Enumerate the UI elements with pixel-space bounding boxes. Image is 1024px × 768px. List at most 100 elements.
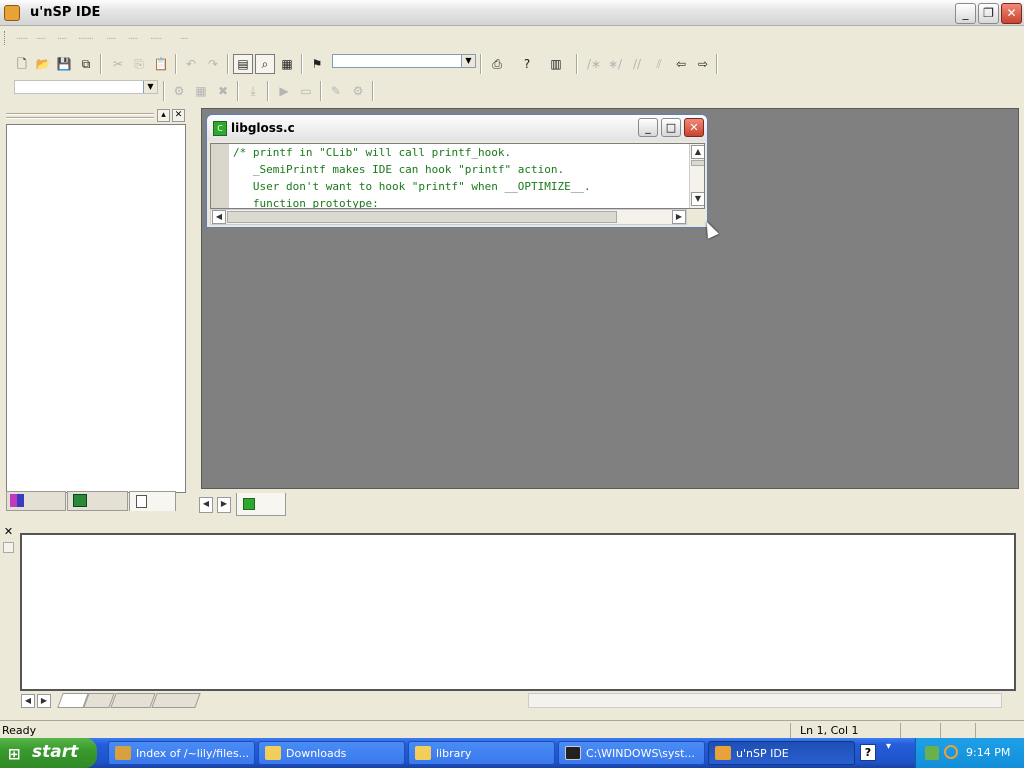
console-icon (565, 746, 581, 760)
undo-icon[interactable]: ↶ (181, 54, 201, 74)
hscroll-thumb[interactable] (227, 211, 617, 223)
task-cmd[interactable]: C:\WINDOWS\syst... (558, 741, 705, 765)
close-button[interactable]: ✕ (1001, 3, 1022, 24)
cut-icon[interactable]: ✂ (108, 54, 128, 74)
standard-toolbar: 🗋 📂 💾 ⧉ ✂ ⎘ 📋 ↶ ↷ ▤ ⌕ ▦ ⚑ ▼ ⎙ ? ▥ /∗ ∗/ … (0, 52, 1024, 78)
run-icon[interactable]: ▶ (274, 81, 294, 101)
redo-icon[interactable]: ↷ (203, 54, 223, 74)
indent-icon[interactable]: // (627, 54, 647, 74)
help-icon[interactable]: ? (860, 744, 876, 761)
taskbar: ⊞ start Index of /~lily/files... Downloa… (0, 738, 1024, 768)
vertical-scrollbar[interactable]: ▲ ▼ (689, 144, 704, 208)
code-line: _SemiPrintf makes IDE can hook "printf" … (233, 163, 565, 176)
output-tabs-left-icon[interactable]: ◀ (21, 694, 35, 708)
tab-find-in-files-2[interactable] (151, 693, 201, 708)
outdent-icon[interactable]: ⫽ (649, 54, 669, 74)
comment-icon[interactable]: /∗ (584, 54, 604, 74)
browser-icon (115, 746, 131, 760)
tab-resource-view[interactable] (129, 491, 176, 511)
scroll-down-icon[interactable]: ▼ (691, 192, 704, 206)
save-icon[interactable]: 💾 (54, 54, 74, 74)
output-tabs-right-icon[interactable]: ▶ (37, 694, 51, 708)
download-icon[interactable]: ⤓ (243, 81, 263, 101)
chart-icon[interactable]: ▥ (546, 54, 566, 74)
help-icon[interactable]: ? (517, 54, 537, 74)
copy-icon[interactable]: ⎘ (129, 54, 149, 74)
task-label: C:\WINDOWS\syst... (586, 747, 695, 760)
pane-close-button[interactable]: ✕ (172, 109, 185, 122)
workspace-tree[interactable] (6, 124, 186, 493)
find-in-files-icon[interactable]: ⌕ (255, 54, 275, 74)
uncomment-icon[interactable]: ∗/ (605, 54, 625, 74)
menu-item-6[interactable]: ..... (128, 32, 138, 44)
config-combo[interactable]: ▼ (14, 80, 158, 94)
task-browser[interactable]: Index of /~lily/files... (108, 741, 255, 765)
tabs-right-icon[interactable]: ▶ (217, 497, 231, 513)
task-unsp-ide[interactable]: u'nSP IDE (708, 741, 855, 765)
menu-item-1[interactable]: ...... (16, 32, 28, 44)
ice-icon[interactable]: ▭ (296, 81, 316, 101)
tab-file-view[interactable] (67, 491, 128, 511)
editor-close-button[interactable]: ✕ (684, 118, 704, 137)
chevron-down-icon[interactable]: ▼ (143, 81, 157, 93)
back-icon[interactable]: ⇦ (671, 54, 691, 74)
output-close-icon[interactable]: ✕ (2, 526, 15, 539)
code-editor[interactable]: /* printf in "CLib" will call printf_hoo… (210, 143, 705, 209)
editor-title-bar[interactable]: C libgloss.c _ □ ✕ (207, 115, 707, 141)
menu-item-3[interactable]: ..... (57, 32, 67, 44)
menu-item-5[interactable]: ..... (106, 32, 116, 44)
window-title: u'nSP IDE (30, 5, 101, 20)
menu-item-7[interactable]: ...... (150, 32, 162, 44)
tab-find-in-files-1[interactable] (110, 693, 156, 708)
app-icon[interactable] (4, 5, 20, 21)
bookmark-icon[interactable]: ⚑ (307, 54, 327, 74)
network-icon[interactable] (925, 746, 939, 760)
build-icon[interactable]: ▦ (191, 81, 211, 101)
output-hscroll[interactable] (528, 693, 1002, 708)
scroll-thumb[interactable] (691, 160, 704, 166)
title-bar: u'nSP IDE _ ❐ ✕ (0, 0, 1024, 26)
workspace-icon[interactable]: ▤ (233, 54, 253, 74)
search-icon[interactable] (944, 745, 958, 759)
chevron-down-icon[interactable]: ▼ (461, 55, 475, 67)
settings-icon[interactable]: ⚙ (348, 81, 368, 101)
status-bar: Ready Ln 1, Col 1 (0, 720, 1024, 738)
scroll-up-icon[interactable]: ▲ (691, 145, 704, 159)
find-combo[interactable]: ▼ (332, 54, 476, 68)
output-text-area[interactable] (20, 533, 1016, 691)
menu-item-4[interactable]: ........ (78, 32, 94, 44)
compile-icon[interactable]: ⚙ (169, 81, 189, 101)
menu-item-2[interactable]: ..... (36, 32, 46, 44)
task-downloads[interactable]: Downloads (258, 741, 405, 765)
print-icon[interactable]: ⎙ (487, 54, 507, 74)
pane-maximize-button[interactable]: ▴ (157, 109, 170, 122)
restore-button[interactable]: ❐ (978, 3, 999, 24)
tab-class-view[interactable] (6, 491, 66, 511)
folder-icon (415, 746, 431, 760)
paste-icon[interactable]: 📋 (151, 54, 171, 74)
language-bar-icon[interactable]: ▾ (886, 741, 891, 752)
save-all-icon[interactable]: ⧉ (76, 54, 96, 74)
output-grip-icon[interactable] (3, 542, 14, 553)
edit-icon[interactable]: ✎ (326, 81, 346, 101)
class-view-icon (10, 494, 24, 507)
output-icon[interactable]: ▦ (277, 54, 297, 74)
horizontal-scrollbar[interactable]: ◀ ▶ (210, 209, 687, 225)
tabs-left-icon[interactable]: ◀ (199, 497, 213, 513)
menu-item-8[interactable]: .... (180, 32, 189, 44)
scroll-right-icon[interactable]: ▶ (672, 210, 686, 224)
task-library[interactable]: library (408, 741, 555, 765)
workspace-pane: ▴ ✕ (4, 107, 188, 514)
minimize-button[interactable]: _ (955, 3, 976, 24)
tab-libgloss[interactable] (236, 493, 286, 516)
forward-icon[interactable]: ⇨ (693, 54, 713, 74)
start-button[interactable]: ⊞ start (0, 738, 97, 768)
stop-build-icon[interactable]: ✖ (213, 81, 233, 101)
editor-minimize-button[interactable]: _ (638, 118, 658, 137)
scroll-left-icon[interactable]: ◀ (212, 210, 226, 224)
editor-maximize-button[interactable]: □ (661, 118, 681, 137)
open-icon[interactable]: 📂 (33, 54, 53, 74)
document-tabs: ◀ ▶ (196, 493, 1024, 517)
new-icon[interactable]: 🗋 (12, 54, 32, 74)
line-gutter (211, 144, 229, 208)
